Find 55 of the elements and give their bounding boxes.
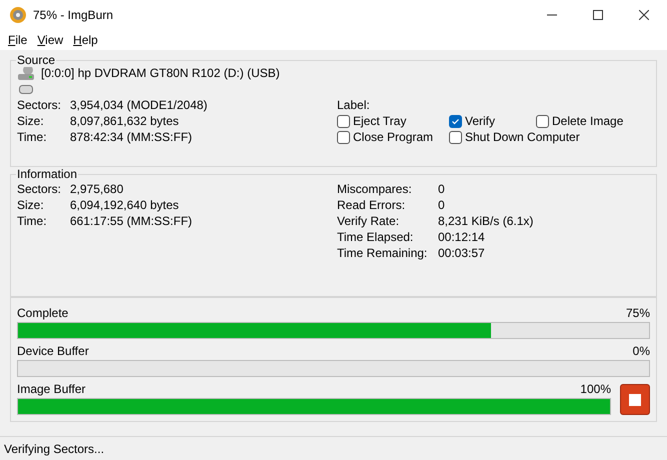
field-value: 2,975,680 — [70, 181, 124, 197]
field-value: 00:03:57 — [438, 245, 485, 261]
progress-percent: 100% — [580, 382, 611, 396]
field-label: Time Elapsed: — [337, 229, 414, 245]
progress-label: Image Buffer — [17, 382, 86, 396]
checkmark-icon — [451, 116, 460, 126]
field-label: Sectors: — [17, 97, 62, 113]
menu-item[interactable]: View — [32, 31, 68, 49]
field-value: 6,094,192,640 bytes — [70, 197, 179, 213]
group-title: Source — [16, 53, 56, 67]
device-name: [0:0:0] hp DVDRAM GT80N R102 (D:) (USB) — [41, 65, 280, 82]
label-caption: Label: — [337, 97, 371, 113]
checkbox-label[interactable]: Close Program — [353, 128, 434, 146]
close-icon — [639, 10, 649, 20]
stop-button[interactable] — [620, 384, 650, 415]
menu-item[interactable]: File — [3, 31, 32, 49]
checkbox-label[interactable]: Shut Down Computer — [465, 128, 580, 146]
group-title: Information — [16, 167, 78, 181]
field-value: 0 — [438, 181, 445, 197]
checkbox[interactable] — [337, 114, 350, 128]
menu-item[interactable]: Help — [68, 31, 103, 49]
checkbox[interactable] — [536, 114, 549, 128]
field-value: 3,954,034 (MODE1/2048) — [70, 97, 208, 113]
checkbox-label[interactable]: Verify — [465, 112, 496, 130]
window-title: 75% - ImgBurn — [33, 7, 114, 24]
field-label: Read Errors: — [337, 197, 406, 213]
progress-label: Complete — [17, 306, 68, 320]
progress-label: Device Buffer — [17, 344, 89, 358]
field-label: Time: — [17, 213, 48, 229]
progress-percent: 75% — [626, 306, 650, 320]
field-value: 878:42:34 (MM:SS:FF) — [70, 129, 192, 145]
field-label: Size: — [17, 197, 45, 213]
drive-icon — [17, 65, 35, 81]
field-label: Sectors: — [17, 181, 62, 197]
progress-percent: 0% — [632, 344, 650, 358]
field-value: 00:12:14 — [438, 229, 485, 245]
field-value: 8,097,861,632 bytes — [70, 113, 179, 129]
field-value: 8,231 KiB/s (6.1x) — [438, 213, 534, 229]
field-label: Time Remaining: — [337, 245, 428, 261]
field-label: Size: — [17, 113, 45, 129]
app-icon — [9, 6, 27, 24]
disc-drive-icon — [19, 85, 33, 94]
status-text: Verifying Sectors... — [4, 440, 104, 458]
checkbox-label[interactable]: Eject Tray — [353, 112, 406, 130]
stop-icon — [629, 394, 641, 406]
field-value: 0 — [438, 197, 445, 213]
field-label: Miscompares: — [337, 181, 413, 197]
maximize-icon — [593, 10, 603, 20]
checkbox-label[interactable]: Delete Image — [552, 112, 624, 130]
field-value: 661:17:55 (MM:SS:FF) — [70, 213, 192, 229]
checkbox[interactable] — [449, 114, 462, 128]
field-label: Time: — [17, 129, 48, 145]
checkbox[interactable] — [449, 130, 462, 144]
checkbox[interactable] — [337, 130, 350, 144]
field-label: Verify Rate: — [337, 213, 400, 229]
